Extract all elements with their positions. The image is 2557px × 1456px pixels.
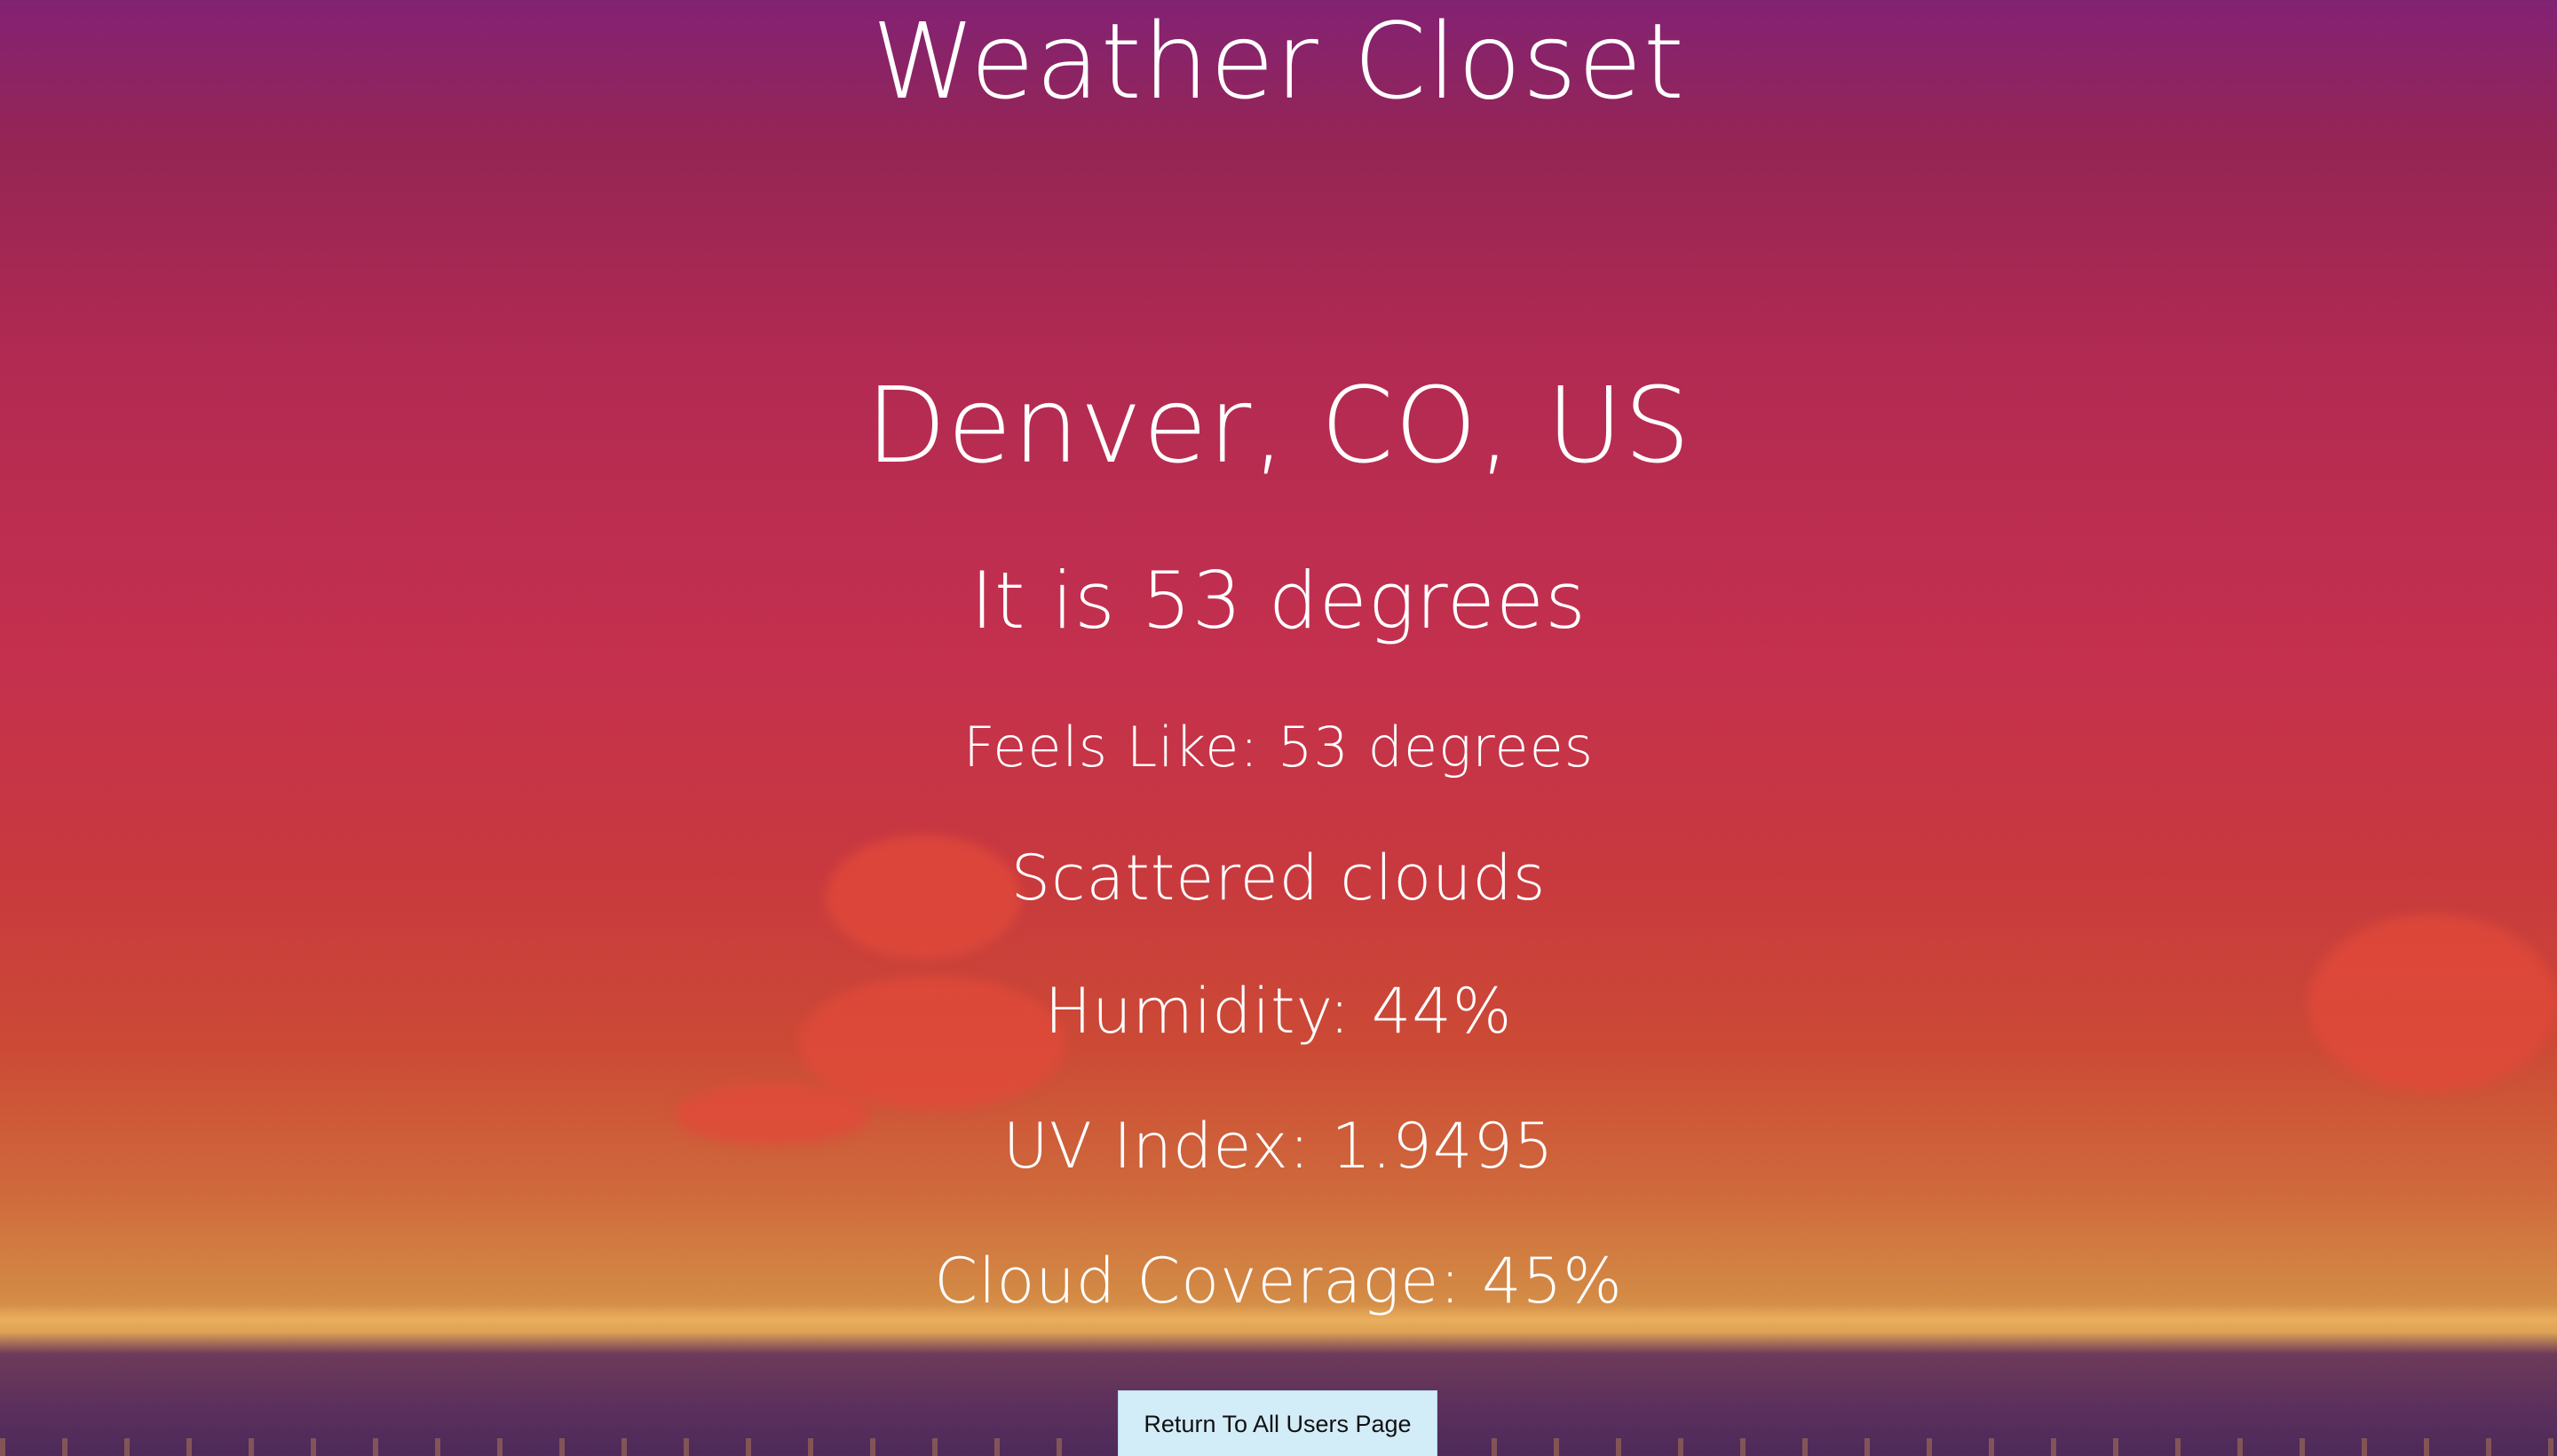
humidity-text: Humidity: 44% (1044, 975, 1513, 1048)
weather-description: Scattered clouds (1010, 842, 1547, 914)
temperature-text: It is 53 degrees (970, 555, 1587, 646)
uv-index-text: UV Index: 1.9495 (1002, 1110, 1555, 1183)
feels-like-text: Feels Like: 53 degrees (962, 715, 1595, 779)
return-to-users-button[interactable]: Return To All Users Page (1118, 1390, 1437, 1456)
cloud-coverage-text: Cloud Coverage: 45% (934, 1245, 1623, 1318)
app-title: Weather Closet (871, 0, 1686, 123)
location-heading: Denver, CO, US (866, 364, 1691, 487)
